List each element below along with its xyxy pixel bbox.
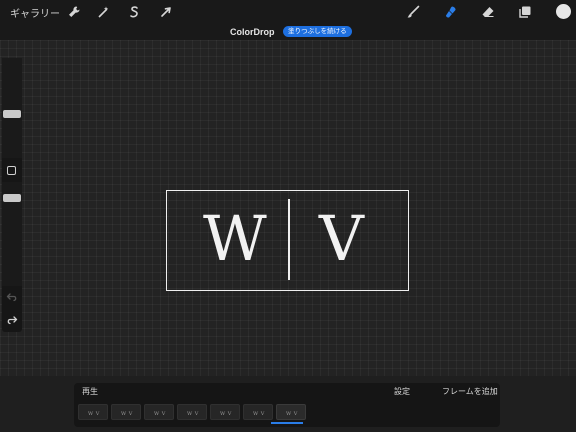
frame-thumbnail: W V bbox=[187, 411, 199, 417]
add-frame-button[interactable]: フレームを追加 bbox=[442, 386, 498, 397]
actions-wrench-icon[interactable] bbox=[66, 4, 82, 20]
frame-thumbnail: W V bbox=[121, 411, 133, 417]
eraser-icon[interactable] bbox=[480, 4, 496, 20]
layers-icon[interactable] bbox=[517, 4, 533, 20]
frame-thumbnail: W V bbox=[154, 411, 166, 417]
redo-icon[interactable] bbox=[5, 314, 19, 328]
frame-thumbnail: W V bbox=[286, 411, 298, 417]
document-title-bar: ColorDrop 塗りつぶしを続ける bbox=[0, 24, 576, 40]
timeline-frame-active[interactable]: W V bbox=[276, 404, 306, 420]
sidebar bbox=[2, 58, 22, 332]
document-title: ColorDrop bbox=[230, 27, 275, 37]
modify-button[interactable] bbox=[7, 166, 16, 175]
selection-s-icon[interactable] bbox=[126, 4, 142, 20]
brush-icon[interactable] bbox=[405, 4, 421, 20]
animation-timeline: 再生 設定 フレームを追加 W V W V W V W V W V W V W … bbox=[74, 383, 500, 427]
smudge-icon[interactable] bbox=[443, 4, 459, 20]
adjustments-wand-icon[interactable] bbox=[96, 4, 112, 20]
drawing-canvas[interactable]: W V bbox=[0, 24, 576, 376]
play-button[interactable]: 再生 bbox=[82, 386, 98, 397]
opacity-slider[interactable] bbox=[2, 182, 22, 286]
artwork-divider bbox=[288, 199, 290, 280]
timeline-frame[interactable]: W V bbox=[78, 404, 108, 420]
transform-arrow-icon[interactable] bbox=[158, 4, 174, 20]
brush-size-thumb[interactable] bbox=[3, 110, 21, 118]
timeline-frame[interactable]: W V bbox=[177, 404, 207, 420]
opacity-thumb[interactable] bbox=[3, 194, 21, 202]
timeline-settings-button[interactable]: 設定 bbox=[394, 386, 410, 397]
artwork-letter-right: V bbox=[319, 202, 364, 275]
artwork-letter-left: W bbox=[203, 202, 267, 275]
artwork-frame: W V bbox=[166, 190, 409, 291]
gallery-button[interactable]: ギャラリー bbox=[10, 5, 60, 20]
frame-thumbnail: W V bbox=[253, 411, 265, 417]
timeline-frame[interactable]: W V bbox=[210, 404, 240, 420]
frame-thumbnail: W V bbox=[88, 411, 100, 417]
timeline-frame[interactable]: W V bbox=[243, 404, 273, 420]
timeline-frame[interactable]: W V bbox=[144, 404, 174, 420]
color-swatch-icon[interactable] bbox=[555, 3, 572, 20]
active-frame-indicator bbox=[271, 422, 303, 424]
timeline-frame[interactable]: W V bbox=[111, 404, 141, 420]
undo-icon[interactable] bbox=[5, 291, 19, 305]
top-toolbar: ギャラリー bbox=[0, 0, 576, 24]
brush-size-slider[interactable] bbox=[2, 58, 22, 158]
frame-thumbnail: W V bbox=[220, 411, 232, 417]
continue-fill-badge[interactable]: 塗りつぶしを続ける bbox=[283, 26, 352, 37]
